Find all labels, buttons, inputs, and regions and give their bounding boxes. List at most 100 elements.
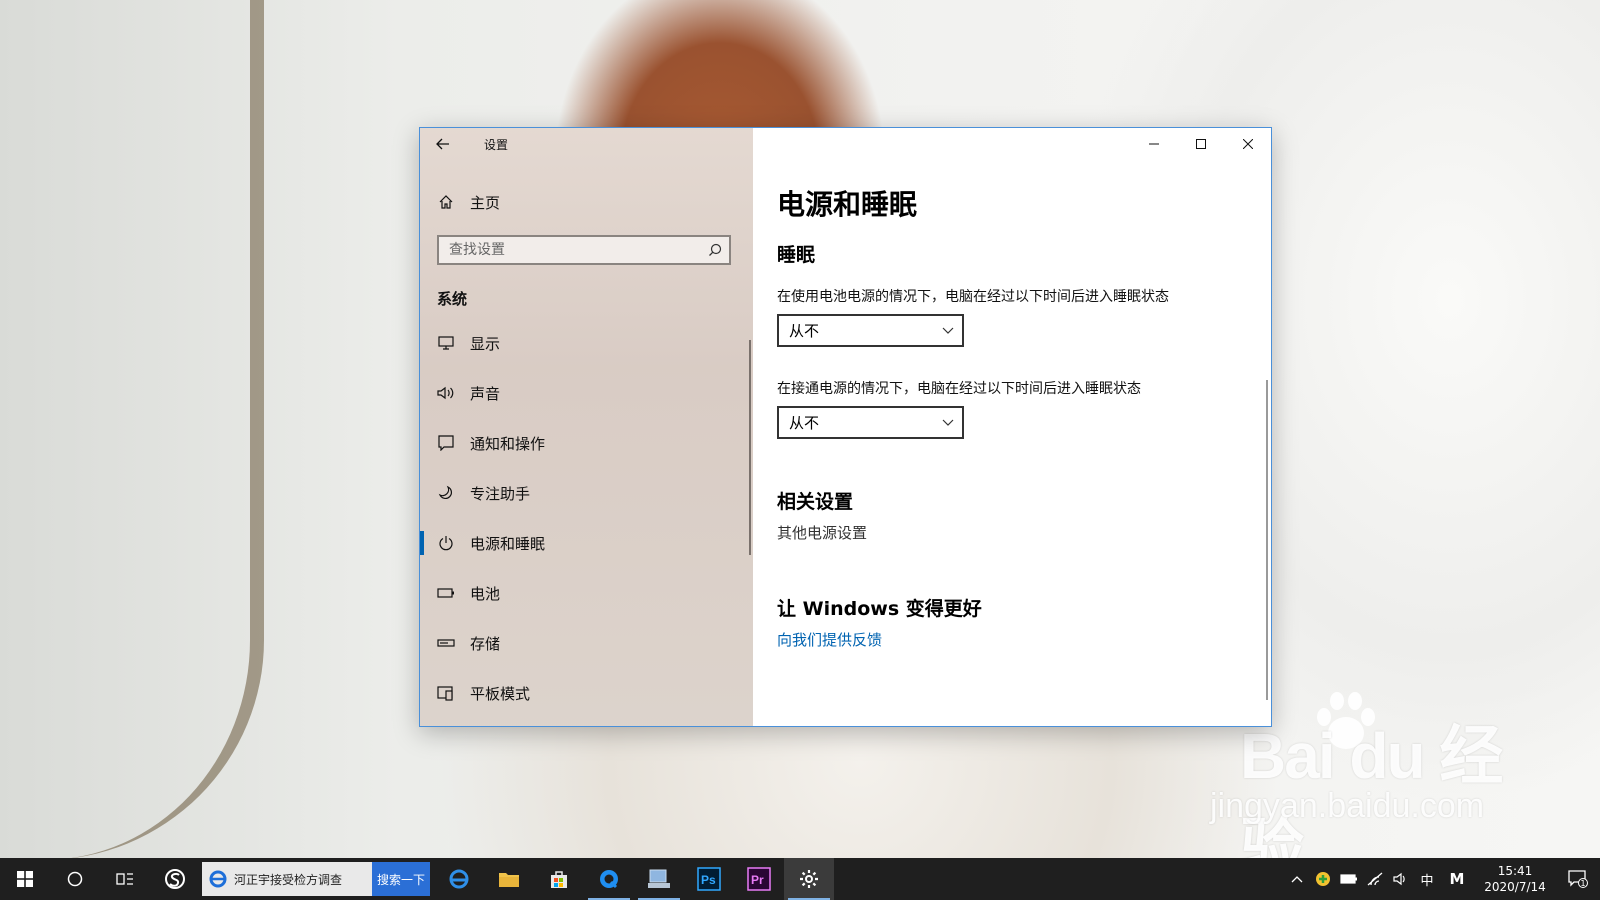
app-title: 设置 bbox=[484, 137, 509, 152]
folder-icon bbox=[499, 873, 519, 887]
sidebar-item-power-sleep[interactable]: 电源和睡眠 bbox=[420, 518, 753, 568]
storage-icon bbox=[436, 638, 456, 648]
additional-power-settings-link[interactable]: 其他电源设置 bbox=[777, 522, 867, 543]
sogou-s-icon bbox=[165, 869, 185, 889]
svg-text:Pr: Pr bbox=[751, 873, 764, 887]
sidebar-item-sound[interactable]: 声音 bbox=[420, 368, 753, 418]
taskbar-app-premiere[interactable]: Pr bbox=[734, 858, 784, 900]
tray-app-green[interactable] bbox=[1310, 858, 1336, 900]
plugged-sleep-label: 在接通电源的情况下，电脑在经过以下时间后进入睡眠状态 bbox=[777, 381, 1141, 397]
sleep-heading: 睡眠 bbox=[777, 244, 816, 266]
notification-count: 1 bbox=[1580, 879, 1586, 888]
task-view-button[interactable] bbox=[100, 858, 150, 900]
action-center-button[interactable]: 1 bbox=[1556, 858, 1600, 900]
sidebar-item-display[interactable]: 显示 bbox=[420, 318, 753, 368]
speaker-icon bbox=[1393, 872, 1405, 886]
gear-icon bbox=[800, 870, 818, 888]
sidebar-item-notifications[interactable]: 通知和操作 bbox=[420, 418, 753, 468]
section-label-system: 系统 bbox=[437, 290, 468, 308]
wifi-icon bbox=[1367, 872, 1383, 886]
battery-tray-button[interactable] bbox=[1336, 858, 1362, 900]
plugged-sleep-value: 从不 bbox=[789, 414, 820, 432]
shield-plus-icon bbox=[1316, 872, 1330, 886]
sidebar-item-focus-assist[interactable]: 专注助手 bbox=[420, 468, 753, 518]
taskbar-app-sogou[interactable] bbox=[150, 858, 200, 900]
sidebar-item-label: 电池 bbox=[470, 584, 501, 603]
sidebar-item-storage[interactable]: 存储 bbox=[420, 618, 753, 668]
speaker-icon bbox=[436, 386, 456, 400]
sidebar-item-battery[interactable]: 电池 bbox=[420, 568, 753, 618]
edge-icon bbox=[449, 869, 469, 889]
sidebar-item-label: 声音 bbox=[470, 384, 501, 403]
ie-search-text[interactable]: 河正宇接受检方调查 bbox=[228, 871, 372, 888]
taskbar-app-settings[interactable] bbox=[784, 858, 834, 900]
taskbar-app-photoshop[interactable]: Ps bbox=[684, 858, 734, 900]
photoshop-icon: Ps bbox=[697, 867, 721, 891]
store-bag-icon bbox=[551, 871, 567, 888]
task-view-icon bbox=[116, 873, 133, 885]
maximize-icon bbox=[1195, 139, 1206, 149]
notification-icon bbox=[436, 435, 456, 451]
close-button[interactable] bbox=[1224, 128, 1271, 160]
search-input[interactable] bbox=[439, 237, 701, 263]
sidebar-item-label: 专注助手 bbox=[470, 484, 531, 503]
give-feedback-link[interactable]: 向我们提供反馈 bbox=[777, 629, 882, 650]
cortana-circle-icon bbox=[67, 871, 83, 887]
computer-icon bbox=[648, 869, 670, 888]
power-icon bbox=[436, 535, 456, 551]
taskbar: 河正宇接受检方调查 搜索一下 Ps Pr 中 M 15:41 2020/7/14… bbox=[0, 858, 1600, 900]
title-bar-left: 设置 bbox=[420, 128, 753, 160]
tablet-mode-icon bbox=[436, 685, 456, 701]
premiere-icon: Pr bbox=[747, 867, 771, 891]
close-icon bbox=[1242, 139, 1253, 149]
minimize-button[interactable] bbox=[1130, 128, 1177, 160]
sidebar-item-label: 通知和操作 bbox=[470, 434, 546, 453]
settings-content: 电源和睡眠 睡眠 在使用电池电源的情况下，电脑在经过以下时间后进入睡眠状态 从不… bbox=[753, 128, 1271, 726]
home-link[interactable]: 主页 bbox=[436, 190, 500, 214]
battery-icon bbox=[1340, 874, 1357, 884]
taskbar-app-store[interactable] bbox=[534, 858, 584, 900]
cortana-button[interactable] bbox=[50, 858, 100, 900]
clock-button[interactable]: 15:41 2020/7/14 bbox=[1474, 863, 1556, 895]
chevron-down-icon bbox=[942, 327, 954, 334]
taskbar-app-file-explorer[interactable] bbox=[484, 858, 534, 900]
feedback-heading: 让 Windows 变得更好 bbox=[777, 598, 982, 620]
battery-sleep-dropdown[interactable]: 从不 bbox=[777, 314, 964, 347]
sidebar-item-label: 存储 bbox=[470, 634, 501, 653]
taskbar-app-computer[interactable] bbox=[634, 858, 684, 900]
monitor-icon bbox=[436, 336, 456, 350]
sidebar-scrollbar[interactable] bbox=[749, 340, 751, 555]
sidebar-item-tablet-mode[interactable]: 平板模式 bbox=[420, 668, 753, 718]
search-icon[interactable] bbox=[701, 243, 729, 257]
battery-sleep-value: 从不 bbox=[789, 322, 820, 340]
ie-search-box[interactable]: 河正宇接受检方调查 搜索一下 bbox=[202, 862, 430, 896]
system-tray: 中 M 15:41 2020/7/14 1 bbox=[1284, 858, 1600, 900]
sidebar-item-label: 显示 bbox=[470, 334, 501, 353]
related-settings-heading: 相关设置 bbox=[777, 491, 854, 513]
taskbar-app-qq-browser[interactable] bbox=[584, 858, 634, 900]
chevron-down-icon bbox=[942, 419, 954, 426]
ime-mode-button[interactable]: M bbox=[1440, 858, 1474, 900]
battery-icon bbox=[436, 588, 456, 598]
page-title: 电源和睡眠 bbox=[777, 188, 918, 221]
watermark-url: jingyan.baidu.com bbox=[1210, 787, 1485, 825]
ie-search-button[interactable]: 搜索一下 bbox=[372, 862, 430, 896]
show-hidden-icons-button[interactable] bbox=[1284, 858, 1310, 900]
volume-tray-button[interactable] bbox=[1388, 858, 1414, 900]
settings-sidebar: 设置 主页 系统 显示 声音 通知 bbox=[420, 128, 753, 726]
ime-language-button[interactable]: 中 bbox=[1414, 858, 1440, 900]
browser-q-icon bbox=[600, 870, 618, 889]
sidebar-item-label: 平板模式 bbox=[470, 684, 531, 703]
settings-search[interactable] bbox=[437, 235, 731, 265]
network-tray-button[interactable] bbox=[1362, 858, 1388, 900]
settings-window: 设置 主页 系统 显示 声音 通知 bbox=[419, 127, 1272, 727]
back-button[interactable] bbox=[420, 128, 466, 160]
start-button[interactable] bbox=[0, 858, 50, 900]
taskbar-app-edge[interactable] bbox=[434, 858, 484, 900]
wallpaper-decoration bbox=[10, 0, 264, 860]
moon-icon bbox=[436, 485, 456, 501]
plugged-sleep-dropdown[interactable]: 从不 bbox=[777, 406, 964, 439]
content-scrollbar[interactable] bbox=[1266, 380, 1268, 700]
battery-sleep-label: 在使用电池电源的情况下，电脑在经过以下时间后进入睡眠状态 bbox=[777, 289, 1169, 305]
maximize-button[interactable] bbox=[1177, 128, 1224, 160]
